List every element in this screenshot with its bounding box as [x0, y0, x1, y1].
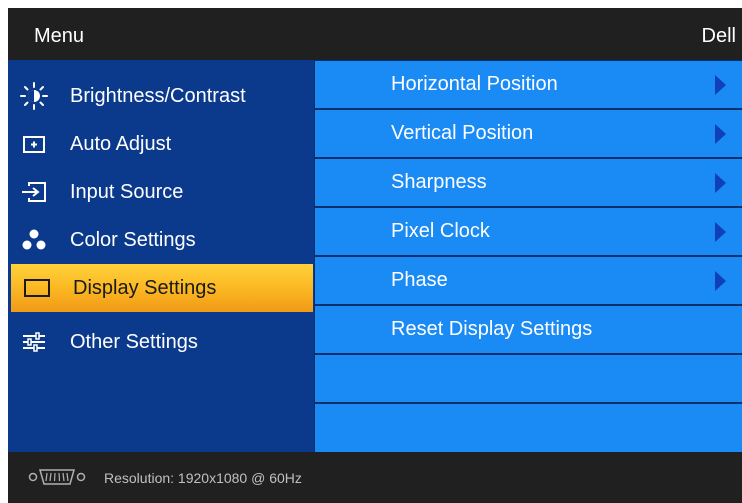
sidebar-item-auto-adjust[interactable]: Auto Adjust — [8, 120, 314, 168]
sidebar-item-label: Display Settings — [73, 277, 217, 299]
input-source-icon — [20, 178, 48, 206]
osd-footer: Resolution: 1920x1080 @ 60Hz — [8, 452, 742, 503]
submenu-arrow-icon — [715, 124, 726, 144]
sidebar-item-label: Auto Adjust — [70, 133, 172, 155]
submenu-row-phase[interactable]: Phase — [315, 257, 742, 304]
sidebar-item-other-settings[interactable]: Other Settings — [8, 318, 314, 366]
submenu-row-empty — [315, 355, 742, 402]
display-settings-icon — [23, 274, 51, 302]
submenu-arrow-icon — [715, 271, 726, 291]
submenu-arrow-icon — [715, 75, 726, 95]
main-menu-sidebar: Brightness/Contrast Auto Adjust Input So… — [8, 60, 314, 452]
submenu-row-label: Sharpness — [391, 171, 487, 193]
submenu-row-label: Horizontal Position — [391, 73, 558, 95]
resolution-status: Resolution: 1920x1080 @ 60Hz — [104, 470, 302, 486]
display-settings-submenu: Horizontal Position Vertical Position Sh… — [314, 60, 742, 452]
submenu-row-sharpness[interactable]: Sharpness — [315, 159, 742, 206]
other-settings-icon — [20, 328, 48, 356]
monitor-osd-menu: Menu Dell Brightness/Contrast Auto Adjus… — [8, 8, 742, 503]
submenu-row-label: Pixel Clock — [391, 220, 490, 242]
sidebar-item-label: Color Settings — [70, 229, 196, 251]
submenu-row-label: Reset Display Settings — [391, 318, 593, 340]
submenu-row-horizontal-position[interactable]: Horizontal Position — [315, 61, 742, 108]
submenu-arrow-icon — [715, 222, 726, 242]
submenu-row-reset-display-settings[interactable]: Reset Display Settings — [315, 306, 742, 353]
sidebar-item-display-settings[interactable]: Display Settings — [11, 264, 313, 312]
brand-label: Dell — [701, 25, 736, 47]
vga-connector-icon — [28, 468, 86, 486]
sidebar-item-input-source[interactable]: Input Source — [8, 168, 314, 216]
brightness-icon — [20, 82, 48, 110]
sidebar-item-color-settings[interactable]: Color Settings — [8, 216, 314, 264]
sidebar-item-label: Brightness/Contrast — [70, 85, 246, 107]
auto-adjust-icon — [20, 130, 48, 158]
submenu-row-label: Vertical Position — [391, 122, 534, 144]
menu-title: Menu — [34, 25, 85, 47]
osd-header: Menu Dell — [8, 8, 742, 60]
sidebar-item-brightness-contrast[interactable]: Brightness/Contrast — [8, 72, 314, 120]
submenu-row-empty — [315, 404, 742, 452]
sidebar-item-label: Other Settings — [70, 331, 198, 353]
submenu-row-label: Phase — [391, 269, 448, 291]
submenu-row-pixel-clock[interactable]: Pixel Clock — [315, 208, 742, 255]
submenu-arrow-icon — [715, 173, 726, 193]
color-settings-icon — [20, 226, 48, 254]
sidebar-item-label: Input Source — [70, 181, 184, 203]
submenu-row-vertical-position[interactable]: Vertical Position — [315, 110, 742, 157]
